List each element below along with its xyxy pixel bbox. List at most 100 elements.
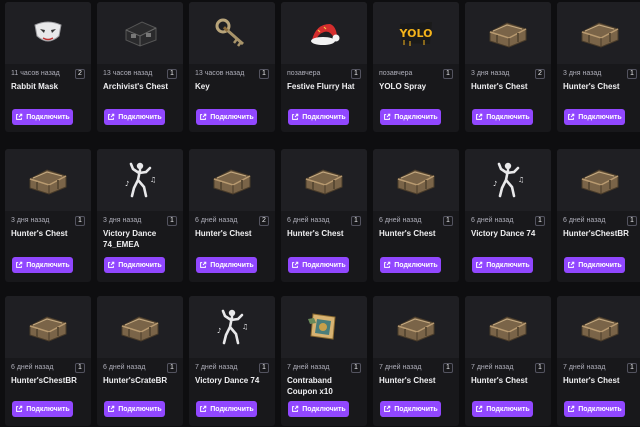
reward-card: 7 дней назад 1 Contraband Coupon x10 Под… — [281, 296, 367, 426]
dance-icon: ♪ ♫ — [97, 149, 183, 211]
connect-button[interactable]: Подключить — [288, 257, 349, 273]
chest-icon — [465, 296, 551, 358]
connect-button-label: Подключить — [302, 261, 346, 269]
external-link-icon — [107, 113, 115, 121]
reward-card: ♪ ♫ 3 дня назад 1 Victory Dance 74_EMEA П… — [97, 149, 183, 282]
item-name: Hunter's Chest — [471, 376, 528, 385]
quantity-badge: 1 — [351, 216, 361, 226]
external-link-icon — [475, 405, 483, 413]
connect-button-label: Подключить — [578, 261, 622, 269]
quantity-badge: 1 — [259, 363, 269, 373]
mask-icon — [5, 2, 91, 64]
svg-text:♪: ♪ — [125, 180, 129, 188]
connect-button[interactable]: Подключить — [104, 401, 165, 417]
item-name: Victory Dance 74_EMEA — [103, 229, 157, 249]
item-name: Archivist's Chest — [103, 82, 169, 91]
connect-button[interactable]: Подключить — [196, 109, 257, 125]
external-link-icon — [567, 113, 575, 121]
quantity-badge: 1 — [443, 363, 453, 373]
connect-button-label: Подключить — [210, 405, 254, 413]
connect-button-label: Подключить — [394, 261, 438, 269]
connect-button-label: Подключить — [486, 261, 530, 269]
connect-button[interactable]: Подключить — [564, 401, 625, 417]
item-name: Victory Dance 74 — [195, 376, 260, 385]
connect-button[interactable]: Подключить — [288, 401, 349, 417]
external-link-icon — [107, 405, 115, 413]
connect-button[interactable]: Подключить — [12, 257, 73, 273]
connect-button[interactable]: Подключить — [12, 109, 73, 125]
received-time: позавчера — [287, 70, 321, 77]
connect-button[interactable]: Подключить — [380, 401, 441, 417]
dance-icon: ♪ ♫ — [465, 149, 551, 211]
quantity-badge: 1 — [443, 69, 453, 79]
reward-card: 11 часов назад 2 Rabbit Mask Подключить — [5, 2, 91, 132]
connect-button-label: Подключить — [302, 113, 346, 121]
chest-icon — [97, 296, 183, 358]
connect-button-label: Подключить — [118, 261, 162, 269]
item-name: Contraband Coupon x10 — [287, 376, 333, 396]
external-link-icon — [475, 261, 483, 269]
connect-button-label: Подключить — [486, 405, 530, 413]
connect-button[interactable]: Подключить — [564, 257, 625, 273]
quantity-badge: 1 — [167, 363, 177, 373]
received-time: 6 дней назад — [103, 364, 146, 371]
connect-button[interactable]: Подключить — [472, 401, 533, 417]
connect-button[interactable]: Подключить — [472, 109, 533, 125]
received-time: 7 дней назад — [563, 364, 606, 371]
svg-text:♪: ♪ — [493, 180, 497, 188]
received-time: 13 часов назад — [103, 70, 153, 77]
connect-button-label: Подключить — [210, 113, 254, 121]
external-link-icon — [383, 405, 391, 413]
svg-text:YOLO: YOLO — [399, 27, 433, 40]
connect-button[interactable]: Подключить — [380, 257, 441, 273]
quantity-badge: 1 — [167, 69, 177, 79]
item-name: Hunter's Chest — [11, 229, 68, 238]
reward-card: 7 дней назад 1 Hunter's Chest Подключить — [557, 296, 640, 426]
received-time: 7 дней назад — [471, 364, 514, 371]
chest-icon — [557, 296, 640, 358]
external-link-icon — [15, 261, 23, 269]
connect-button-label: Подключить — [26, 113, 70, 121]
connect-button[interactable]: Подключить — [288, 109, 349, 125]
connect-button[interactable]: Подключить — [12, 401, 73, 417]
card-meta: 13 часов назад 1 — [195, 68, 269, 80]
reward-card: 3 дня назад 1 Hunter's Chest Подключить — [557, 2, 640, 132]
external-link-icon — [567, 261, 575, 269]
external-link-icon — [15, 113, 23, 121]
chest-icon — [373, 296, 459, 358]
connect-button-label: Подключить — [118, 113, 162, 121]
chest-icon — [557, 2, 640, 64]
reward-card: 6 дней назад 1 Hunter's Chest Подключить — [281, 149, 367, 282]
reward-card: 7 дней назад 1 Hunter's Chest Подключить — [373, 296, 459, 426]
card-meta: 7 дней назад 1 — [563, 362, 637, 374]
connect-button[interactable]: Подключить — [104, 109, 165, 125]
item-name: Hunter's Chest — [379, 376, 436, 385]
connect-button-label: Подключить — [118, 405, 162, 413]
connect-button-label: Подключить — [302, 405, 346, 413]
reward-card: 13 часов назад 1 Key Подключить — [189, 2, 275, 132]
card-meta: 7 дней назад 1 — [195, 362, 269, 374]
reward-card: 3 дня назад 2 Hunter's Chest Подключить — [465, 2, 551, 132]
card-meta: 6 дней назад 1 — [287, 215, 361, 227]
connect-button-label: Подключить — [26, 405, 70, 413]
received-time: 6 дней назад — [195, 217, 238, 224]
connect-button-label: Подключить — [486, 113, 530, 121]
connect-button[interactable]: Подключить — [564, 109, 625, 125]
received-time: 6 дней назад — [563, 217, 606, 224]
connect-button[interactable]: Подключить — [196, 401, 257, 417]
connect-button[interactable]: Подключить — [472, 257, 533, 273]
card-meta: 6 дней назад 1 — [563, 215, 637, 227]
hat-icon — [281, 2, 367, 64]
chest-icon — [465, 2, 551, 64]
quantity-badge: 1 — [167, 216, 177, 226]
quantity-badge: 1 — [75, 216, 85, 226]
connect-button[interactable]: Подключить — [104, 257, 165, 273]
external-link-icon — [567, 405, 575, 413]
reward-card: YOLO позавчера 1 YOLO Spray Подключить — [373, 2, 459, 132]
card-meta: 7 дней назад 1 — [287, 362, 361, 374]
connect-button[interactable]: Подключить — [196, 257, 257, 273]
received-time: 6 дней назад — [471, 217, 514, 224]
external-link-icon — [291, 113, 299, 121]
card-meta: 3 дня назад 1 — [11, 215, 85, 227]
connect-button[interactable]: Подключить — [380, 109, 441, 125]
